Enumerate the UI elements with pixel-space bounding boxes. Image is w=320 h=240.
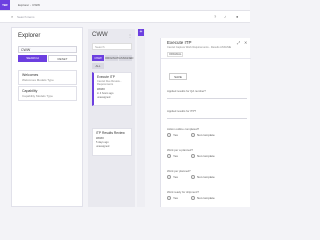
explorer-panel: Explorer CWW SEARCH RESET Welcomes Welco… xyxy=(11,27,83,207)
divider xyxy=(161,58,251,59)
breadcrumb-explorer[interactable]: Explorer xyxy=(18,3,29,7)
qa-number-field[interactable] xyxy=(167,98,247,99)
itp-field[interactable] xyxy=(167,118,247,119)
radio-not-complete[interactable]: Not complete xyxy=(191,175,215,180)
search-input[interactable]: ⌕ Search items xyxy=(11,14,141,21)
expand-icon[interactable]: ⤢ xyxy=(237,40,240,45)
add-icon[interactable]: + xyxy=(138,29,144,36)
field-label: Applied results for ITP? xyxy=(167,109,197,113)
reset-button[interactable]: RESET xyxy=(48,55,77,62)
radio-yes[interactable]: Yes xyxy=(167,196,178,201)
task-card[interactable]: Execute ITP Cancel Due Review - Requirem… xyxy=(92,72,132,106)
radio-yes[interactable]: Yes xyxy=(167,175,178,180)
close-icon[interactable]: ✕ xyxy=(244,40,247,45)
search-button[interactable]: SEARCH xyxy=(18,55,47,62)
question-label: Work per a planned? xyxy=(167,148,193,152)
radio-yes[interactable]: Yes xyxy=(167,133,178,138)
task-card[interactable]: ITP Results Review ##### 5 days ago unas… xyxy=(92,128,132,156)
task-form: Execute ITP ⤢ ✕ Cancel Capture Work Requ… xyxy=(160,38,251,207)
radio-yes[interactable]: Yes xyxy=(167,154,178,159)
form-subtitle: Cancel Capture Work Requirements - Resul… xyxy=(167,46,232,49)
help-icon[interactable]: ? xyxy=(214,14,216,19)
tab-all[interactable]: ALL xyxy=(92,63,104,69)
question-label: Work per planned? xyxy=(167,169,191,173)
tab-originator[interactable]: ORIGINATOR xyxy=(105,55,122,61)
search-placeholder: Search items xyxy=(17,15,35,19)
top-bar: TBF Explorer›CWW xyxy=(0,0,250,11)
question-label: Work ready for shipment? xyxy=(167,190,199,194)
form-title: Execute ITP xyxy=(167,40,192,45)
explorer-item-welcomes[interactable]: Welcomes Welcomes Models Type xyxy=(18,70,77,85)
app-logo[interactable]: TBF xyxy=(0,0,10,10)
radio-not-complete[interactable]: Not complete xyxy=(191,133,215,138)
cww-panel: CWW ⋮ Search CWW ORIGINATOR ASSIGNED ALL… xyxy=(88,29,135,207)
status-badge: ORIGINAL xyxy=(167,52,184,57)
explorer-selected-cww[interactable]: CWW xyxy=(18,46,77,53)
side-strip: + xyxy=(137,29,145,207)
question-label: Action outline completed? xyxy=(167,127,200,131)
notification-icon[interactable]: ♪ xyxy=(224,14,226,19)
more-icon[interactable]: ⋮ xyxy=(128,33,132,38)
search-icon: ⌕ xyxy=(11,14,14,19)
user-icon[interactable]: ● xyxy=(236,14,238,19)
explorer-title: Explorer xyxy=(18,33,41,39)
radio-not-complete[interactable]: Not complete xyxy=(191,196,215,201)
breadcrumb-cww: CWW xyxy=(32,3,41,7)
tab-assigned[interactable]: ASSIGNED xyxy=(119,55,133,61)
explorer-item-capability[interactable]: Capability Capability Models Type xyxy=(18,86,77,101)
radio-not-complete[interactable]: Not complete xyxy=(191,154,215,159)
cww-search-input[interactable]: Search xyxy=(92,43,132,50)
save-button[interactable]: SAVE xyxy=(169,73,187,80)
field-label: Applied results for QA number? xyxy=(167,89,206,93)
breadcrumb: Explorer›CWW xyxy=(18,3,41,7)
tab-cww[interactable]: CWW xyxy=(92,55,104,61)
search-bar: ⌕ Search items xyxy=(0,11,250,23)
cww-title: CWW xyxy=(92,32,108,38)
